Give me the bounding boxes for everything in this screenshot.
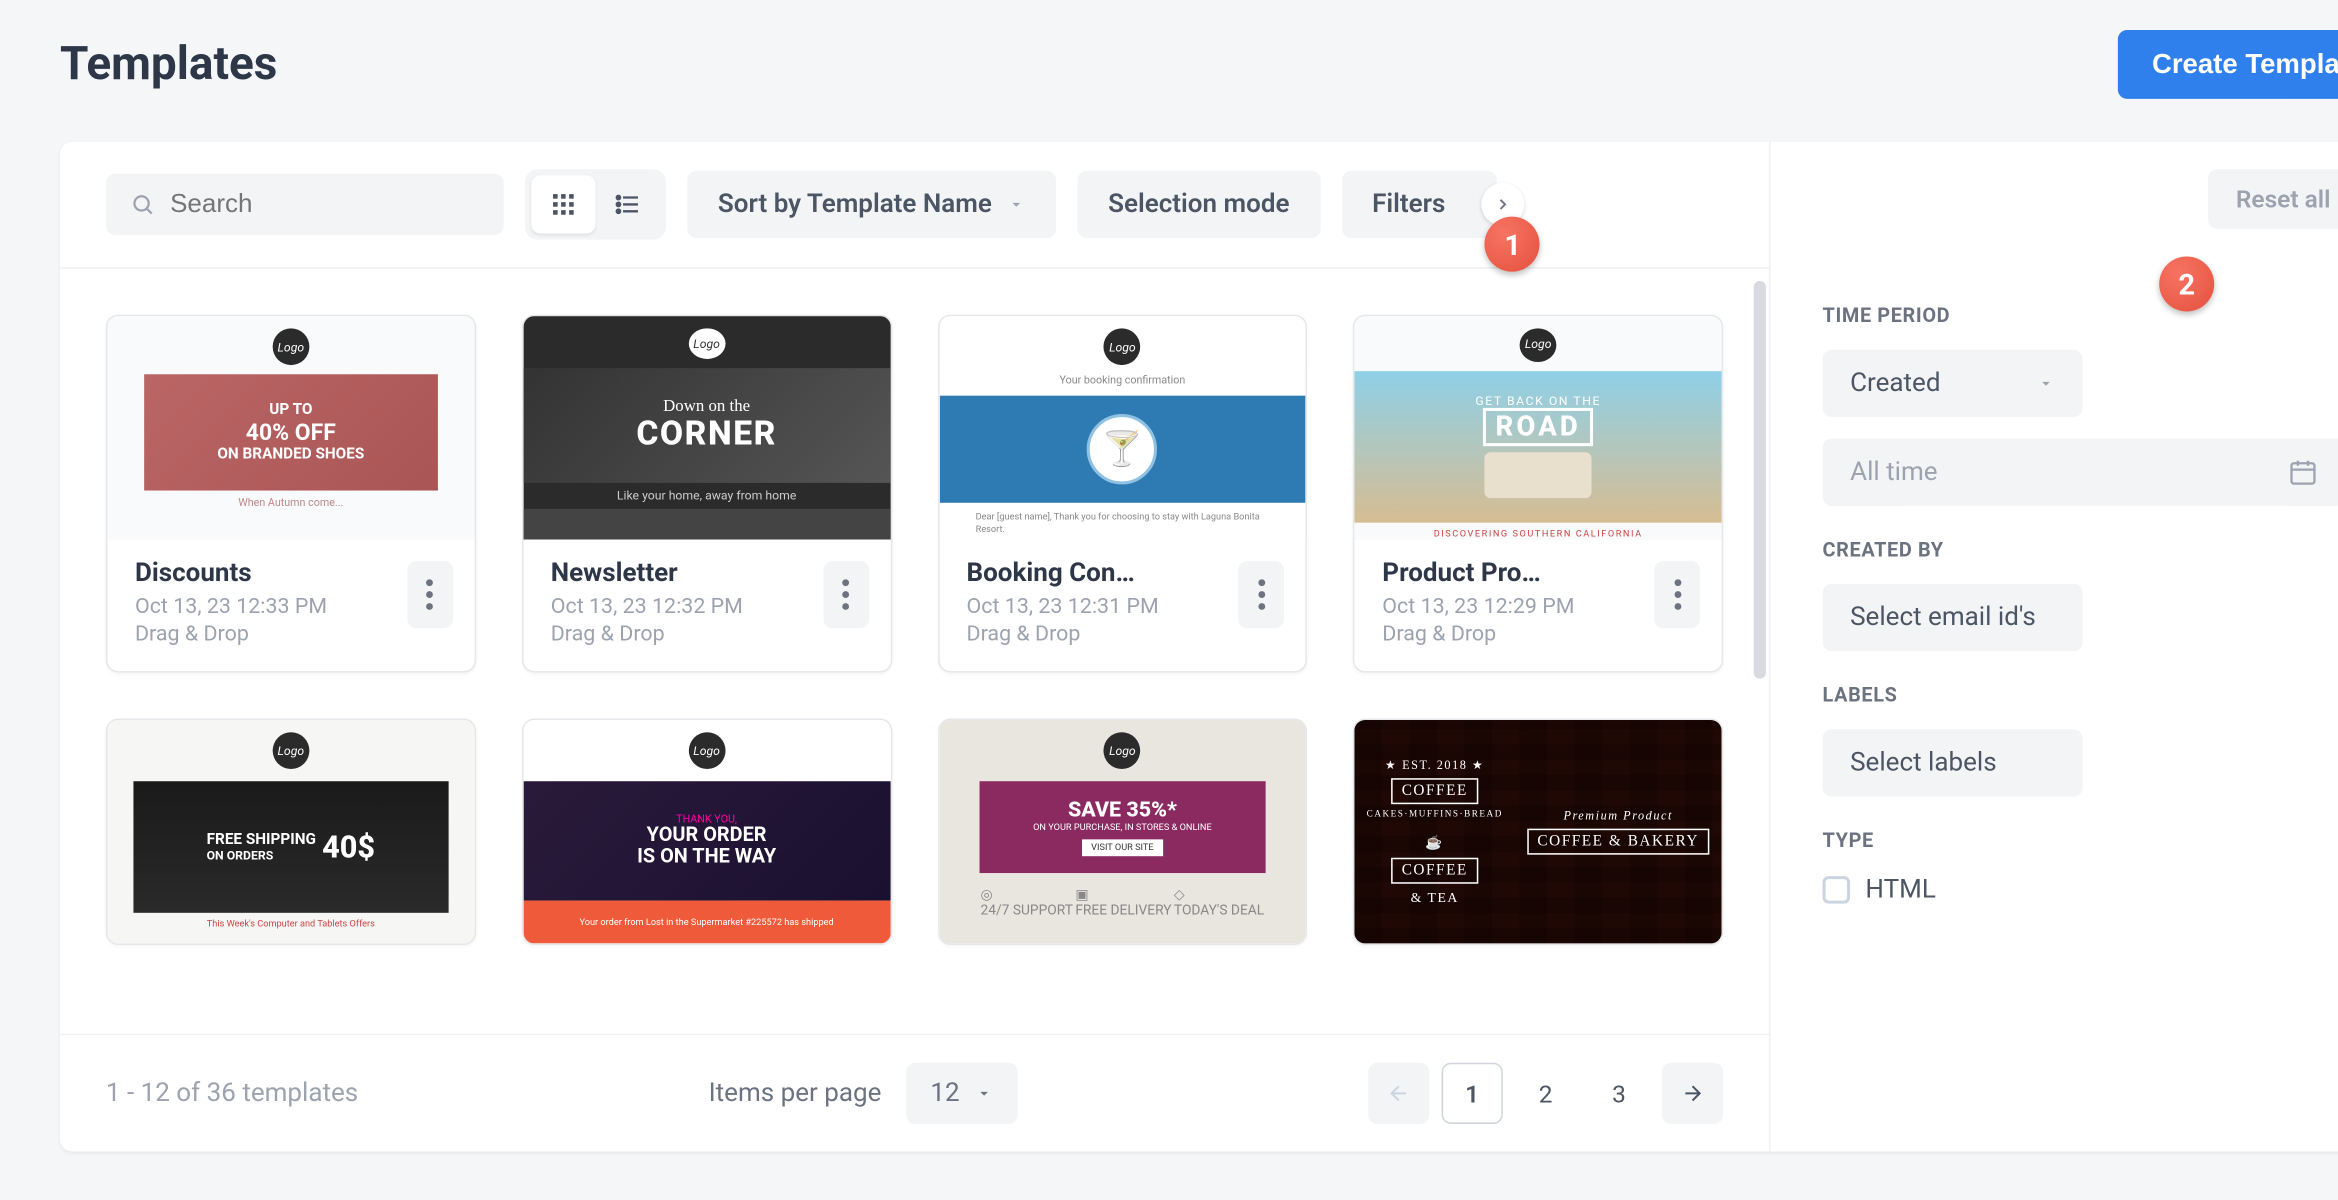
- sort-dropdown[interactable]: Sort by Template Name: [687, 171, 1056, 238]
- pager-prev[interactable]: [1368, 1063, 1429, 1124]
- template-name: Newsletter: [551, 558, 750, 589]
- templates-card: Sort by Template Name Selection mode Fil…: [60, 142, 2338, 1152]
- template-card[interactable]: LogoSAVE 35%*ON YOUR PURCHASE, IN STORES…: [937, 719, 1307, 945]
- template-name: Booking Con…: [967, 558, 1166, 589]
- grid-view-button[interactable]: [531, 175, 595, 233]
- created-by-select[interactable]: Select email id's: [1823, 584, 2083, 651]
- filters-panel: Reset all 2 TIME PERIOD Created All time…: [1771, 142, 2338, 1152]
- template-date: Oct 13, 23 12:31 PM: [967, 595, 1166, 619]
- template-thumbnail: LogoSAVE 35%*ON YOUR PURCHASE, IN STORES…: [939, 720, 1306, 943]
- more-vertical-icon: [426, 579, 434, 610]
- sort-label: Sort by Template Name: [718, 189, 992, 220]
- template-menu-button[interactable]: [407, 561, 453, 628]
- arrow-left-icon: [1387, 1081, 1411, 1105]
- results-count: 1 - 12 of 36 templates: [106, 1078, 358, 1109]
- annotation-marker-2: 2: [2159, 256, 2214, 311]
- template-name: Discounts: [135, 558, 334, 589]
- time-period-range-select[interactable]: All time: [1823, 439, 2338, 506]
- annotation-marker-1: 1: [1485, 217, 1540, 272]
- template-menu-button[interactable]: [823, 561, 869, 628]
- template-thumbnail: LogoUP TO40% OFFON BRANDED SHOESWhen Aut…: [107, 316, 474, 539]
- type-option-html-label: HTML: [1865, 875, 1935, 906]
- template-type: Drag & Drop: [967, 622, 1279, 646]
- template-menu-button[interactable]: [1654, 561, 1700, 628]
- grid-icon: [550, 191, 578, 219]
- pager-page-2[interactable]: 2: [1515, 1063, 1576, 1124]
- type-label: TYPE: [1823, 830, 2338, 853]
- template-card[interactable]: LogoTHANK YOU,YOUR ORDERIS ON THE WAYYou…: [522, 719, 892, 945]
- toolbar: Sort by Template Name Selection mode Fil…: [60, 142, 1769, 269]
- reset-all-button[interactable]: Reset all: [2208, 169, 2338, 229]
- pager: 123: [1368, 1063, 1723, 1124]
- more-vertical-icon: [1673, 579, 1681, 610]
- template-date: Oct 13, 23 12:32 PM: [551, 595, 750, 619]
- selection-mode-button[interactable]: Selection mode: [1078, 171, 1321, 238]
- view-toggle: [525, 169, 666, 239]
- filters-label: Filters: [1372, 189, 1445, 220]
- grid-footer: 1 - 12 of 36 templates Items per page 12…: [60, 1034, 1769, 1152]
- time-period-field-select[interactable]: Created: [1823, 350, 2083, 417]
- more-vertical-icon: [842, 579, 850, 610]
- chevron-down-icon: [1007, 195, 1025, 213]
- calendar-icon: [2288, 457, 2319, 488]
- template-card[interactable]: LogoDown on theCORNERLike your home, awa…: [522, 315, 892, 673]
- arrow-right-icon: [1680, 1081, 1704, 1105]
- chevron-right-icon: [1494, 195, 1512, 213]
- create-template-button[interactable]: Create Template: [2118, 30, 2338, 99]
- items-per-page-value: 12: [930, 1078, 959, 1109]
- items-per-page-label: Items per page: [709, 1078, 882, 1109]
- template-type: Drag & Drop: [1382, 622, 1694, 646]
- created-by-placeholder: Select email id's: [1850, 602, 2036, 633]
- template-card[interactable]: LogoGET BACK ON THEROADDISCOVERING SOUTH…: [1353, 315, 1723, 673]
- template-date: Oct 13, 23 12:29 PM: [1382, 595, 1581, 619]
- pager-page-1[interactable]: 1: [1442, 1063, 1503, 1124]
- list-icon: [614, 191, 642, 219]
- search-input[interactable]: [170, 189, 479, 220]
- template-body: Booking Con… Oct 13, 23 12:31 PM Drag & Dr…: [939, 539, 1306, 671]
- template-thumbnail: LogoYour booking confirmation🍸Dear [gues…: [939, 316, 1306, 539]
- search-icon: [130, 191, 154, 219]
- template-thumbnail: ★ EST. 2018 ★COFFEECAKES·MUFFINS·BREAD☕C…: [1355, 720, 1722, 943]
- time-period-field-value: Created: [1850, 368, 1940, 399]
- template-thumbnail: LogoTHANK YOU,YOUR ORDERIS ON THE WAYYou…: [523, 720, 890, 943]
- filters-button[interactable]: Filters 1: [1341, 171, 1497, 238]
- template-type: Drag & Drop: [135, 622, 447, 646]
- chevron-down-icon: [2037, 374, 2055, 392]
- template-card[interactable]: LogoFREE SHIPPINGON ORDERS40$This Week's…: [106, 719, 476, 945]
- template-thumbnail: LogoFREE SHIPPINGON ORDERS40$This Week's…: [107, 720, 474, 943]
- template-thumbnail: LogoGET BACK ON THEROADDISCOVERING SOUTH…: [1355, 316, 1722, 539]
- template-body: Discounts Oct 13, 23 12:33 PM Drag & Drop: [107, 539, 474, 671]
- search-wrap[interactable]: [106, 174, 504, 235]
- pager-page-3[interactable]: 3: [1588, 1063, 1649, 1124]
- template-body: Newsletter Oct 13, 23 12:32 PM Drag & Drop: [523, 539, 890, 671]
- selection-mode-label: Selection mode: [1108, 189, 1289, 220]
- templates-grid: LogoUP TO40% OFFON BRANDED SHOESWhen Aut…: [106, 315, 1723, 945]
- template-card[interactable]: ★ EST. 2018 ★COFFEECAKES·MUFFINS·BREAD☕C…: [1353, 719, 1723, 945]
- page-title: Templates: [60, 38, 277, 92]
- created-by-label: CREATED BY: [1823, 539, 2338, 562]
- labels-placeholder: Select labels: [1850, 748, 1997, 779]
- template-name: Product Pro…: [1382, 558, 1581, 589]
- templates-grid-wrap: LogoUP TO40% OFFON BRANDED SHOESWhen Aut…: [60, 269, 1769, 1034]
- type-option-html[interactable]: HTML: [1823, 875, 2338, 906]
- template-card[interactable]: LogoUP TO40% OFFON BRANDED SHOESWhen Aut…: [106, 315, 476, 673]
- time-period-label: TIME PERIOD: [1823, 305, 2338, 328]
- labels-select[interactable]: Select labels: [1823, 729, 2083, 796]
- template-menu-button[interactable]: [1238, 561, 1284, 628]
- more-vertical-icon: [1258, 579, 1266, 610]
- list-view-button[interactable]: [596, 175, 660, 233]
- template-date: Oct 13, 23 12:33 PM: [135, 595, 334, 619]
- labels-label: LABELS: [1823, 685, 2338, 708]
- template-thumbnail: LogoDown on theCORNERLike your home, awa…: [523, 316, 890, 539]
- chevron-down-icon: [975, 1084, 993, 1102]
- time-period-range-value: All time: [1850, 457, 1938, 488]
- scrollbar[interactable]: [1754, 281, 1766, 679]
- template-type: Drag & Drop: [551, 622, 863, 646]
- items-per-page-select[interactable]: 12: [906, 1063, 1018, 1124]
- pager-next[interactable]: [1662, 1063, 1723, 1124]
- template-card[interactable]: LogoYour booking confirmation🍸Dear [gues…: [937, 315, 1307, 673]
- checkbox-icon: [1823, 876, 1851, 904]
- template-body: Product Pro… Oct 13, 23 12:29 PM Drag & Dr…: [1355, 539, 1722, 671]
